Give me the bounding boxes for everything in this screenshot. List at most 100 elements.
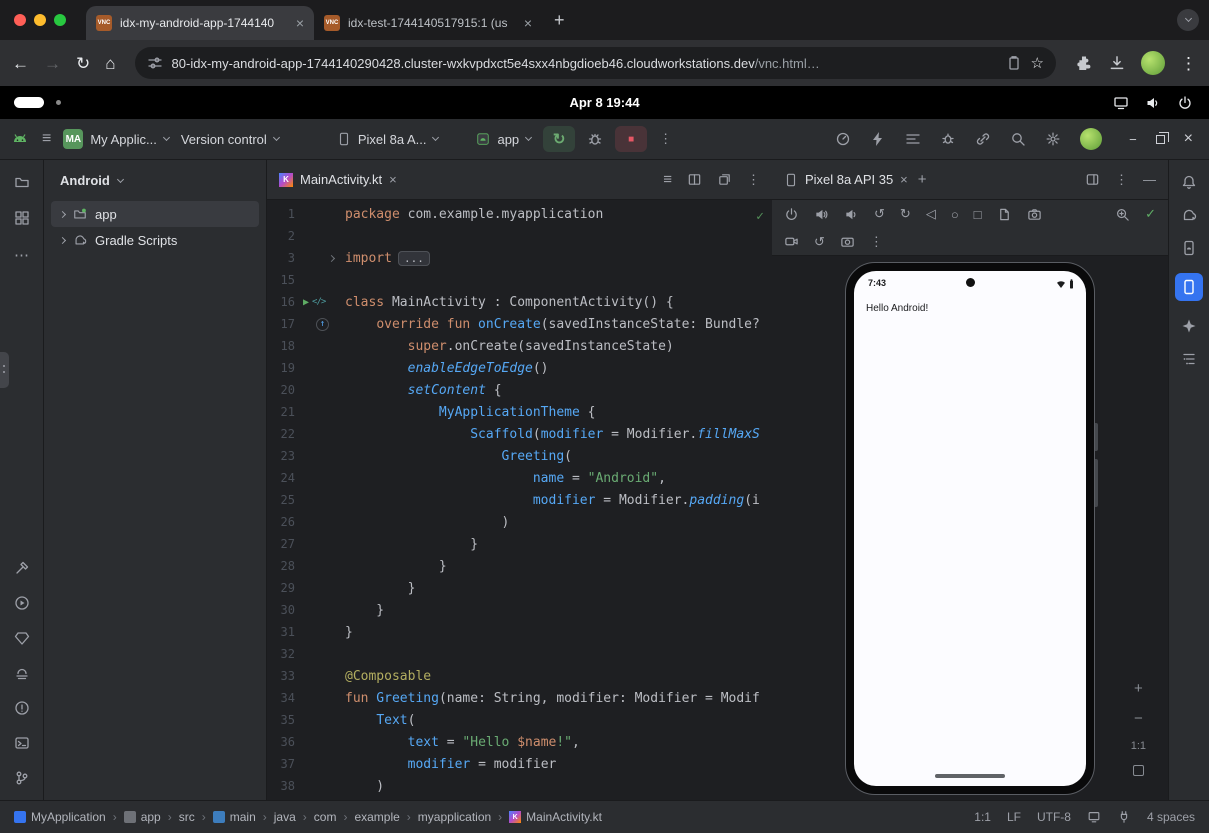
code-line[interactable]: 3import... [267, 247, 772, 269]
settings-gear-icon[interactable] [1045, 131, 1061, 147]
run-configuration-selector[interactable]: app [476, 132, 531, 147]
tab-search-button[interactable] [1177, 9, 1199, 31]
tab-close-icon[interactable]: × [296, 15, 304, 31]
home-button[interactable]: ⌂ [105, 55, 115, 72]
chevron-right-icon[interactable] [59, 236, 66, 243]
volume-up-icon[interactable] [814, 207, 829, 222]
power-icon[interactable] [1177, 95, 1193, 111]
code-line[interactable]: 33@Composable [267, 665, 772, 687]
forward-button[interactable]: → [44, 55, 61, 72]
code-line[interactable]: 15 [267, 269, 772, 291]
camera-icon[interactable] [840, 234, 855, 249]
android-home-icon[interactable]: ○ [951, 207, 959, 222]
project-tool-icon[interactable] [14, 174, 30, 190]
detach-editor-icon[interactable] [717, 172, 732, 187]
code-line[interactable]: 29 } [267, 577, 772, 599]
run-gutter-icon[interactable]: ▶ [303, 297, 309, 308]
code-line[interactable]: 1package com.example.myapplication [267, 203, 772, 225]
apply-changes-icon[interactable] [870, 131, 886, 147]
terminal-tool-icon[interactable] [14, 735, 30, 751]
url-text[interactable]: 80-idx-my-android-app-1744140290428.clus… [172, 56, 997, 71]
browser-tab-active[interactable]: vnc idx-my-android-app-1744140 × [86, 6, 314, 40]
breadcrumb-item[interactable]: com [314, 810, 337, 824]
indent-setting[interactable]: 4 spaces [1147, 810, 1195, 824]
browser-menu-icon[interactable]: ⋮ [1180, 55, 1197, 72]
stop-button[interactable]: ■ [615, 126, 647, 152]
tree-item-gradle-scripts[interactable]: Gradle Scripts [51, 227, 259, 253]
breadcrumb-item[interactable]: app [124, 810, 161, 824]
code-line[interactable]: 28 } [267, 555, 772, 577]
code-line[interactable]: 24 name = "Android", [267, 467, 772, 489]
zoom-in-button[interactable]: + [1134, 680, 1143, 697]
code-line[interactable]: 2 [267, 225, 772, 247]
browser-tab-inactive[interactable]: vnc idx-test-1744140517915:1 (us × [314, 6, 542, 40]
version-control-tool-icon[interactable] [14, 770, 30, 786]
snapshot-icon[interactable] [997, 207, 1012, 222]
reload-button[interactable]: ↻ [76, 55, 90, 72]
chevron-right-icon[interactable] [59, 210, 66, 217]
zoom-out-button[interactable]: − [1134, 710, 1143, 727]
volume-icon[interactable] [1145, 95, 1161, 111]
tree-item-app[interactable]: app [51, 201, 259, 227]
code-line[interactable]: 19 enableEdgeToEdge() [267, 357, 772, 379]
build-tool-icon[interactable] [14, 560, 30, 576]
monitor-icon[interactable] [1087, 810, 1101, 824]
code-line[interactable]: 26 ) [267, 511, 772, 533]
split-editor-icon[interactable] [687, 172, 702, 187]
code-line[interactable]: 34fun Greeting(name: String, modifier: M… [267, 687, 772, 709]
code-line[interactable]: 30 } [267, 599, 772, 621]
override-gutter-icon[interactable]: ↑ [316, 318, 329, 331]
device-tab-pixel8a[interactable]: Pixel 8a API 35 × [784, 160, 908, 199]
add-device-button[interactable]: + [918, 171, 927, 188]
editor-tab-mainactivity[interactable]: K MainActivity.kt × [267, 160, 409, 199]
maximize-window-button[interactable] [54, 14, 66, 26]
screen-record-icon[interactable] [784, 234, 799, 249]
app-quality-insights-icon[interactable] [14, 630, 30, 646]
editor-more-icon[interactable]: ⋮ [747, 172, 760, 188]
reset-icon[interactable]: ↺ [814, 234, 825, 250]
user-avatar[interactable] [1080, 128, 1102, 150]
notifications-bell-icon[interactable] [1181, 174, 1197, 190]
caret-position[interactable]: 1:1 [974, 810, 991, 824]
code-line[interactable]: 17↑ override fun onCreate(savedInstanceS… [267, 313, 772, 335]
devices-more-icon[interactable]: ⋮ [1115, 172, 1128, 188]
code-editor[interactable]: 1package com.example.myapplication23impo… [267, 200, 772, 800]
toolbar-more-icon[interactable]: ⋮ [659, 131, 672, 147]
file-encoding[interactable]: UTF-8 [1037, 810, 1071, 824]
device-selector[interactable]: Pixel 8a A... [337, 132, 439, 147]
more-tools-icon[interactable]: ⋯ [14, 246, 29, 264]
build-variants-icon[interactable] [905, 131, 921, 147]
code-line[interactable]: 38 ) [267, 775, 772, 797]
resource-manager-icon[interactable] [14, 210, 30, 226]
device-screen[interactable]: 7:43 Hello Android! [854, 271, 1086, 786]
code-line[interactable]: 18 super.onCreate(savedInstanceState) [267, 335, 772, 357]
breadcrumb-item[interactable]: MyApplication [14, 810, 106, 824]
line-separator[interactable]: LF [1007, 810, 1021, 824]
code-line[interactable]: 25 modifier = Modifier.padding(i [267, 489, 772, 511]
fit-to-window-button[interactable] [1133, 765, 1144, 776]
back-button[interactable]: ← [12, 55, 29, 72]
code-line[interactable]: 21 MyApplicationTheme { [267, 401, 772, 423]
device-manager-icon[interactable] [1181, 240, 1197, 256]
version-control-widget[interactable]: Version control [181, 132, 279, 147]
run-tool-icon[interactable] [14, 595, 30, 611]
downloads-icon[interactable] [1108, 54, 1126, 72]
breadcrumb-item[interactable]: src [179, 810, 195, 824]
cast-icon[interactable] [1113, 95, 1129, 111]
tab-close-icon[interactable]: × [900, 172, 908, 187]
bookmark-star-icon[interactable]: ☆ [1031, 56, 1044, 71]
rotate-right-icon[interactable]: ↻ [900, 206, 911, 222]
debug-icon[interactable] [587, 131, 603, 147]
code-line[interactable]: 35 Text( [267, 709, 772, 731]
minimize-window-button[interactable] [34, 14, 46, 26]
split-layout-icon[interactable] [1085, 172, 1100, 187]
gradle-tool-icon[interactable] [1181, 207, 1197, 223]
new-tab-button[interactable]: + [554, 10, 565, 31]
running-devices-tool-active[interactable] [1175, 273, 1203, 301]
window-close-button[interactable]: × [1184, 130, 1193, 148]
breadcrumb-item[interactable]: main [213, 810, 256, 824]
address-bar[interactable]: 80-idx-my-android-app-1744140290428.clus… [135, 47, 1056, 79]
code-line[interactable]: 37 modifier = modifier [267, 753, 772, 775]
window-restore-button[interactable] [1156, 135, 1165, 144]
android-back-icon[interactable]: ◁ [926, 206, 936, 222]
